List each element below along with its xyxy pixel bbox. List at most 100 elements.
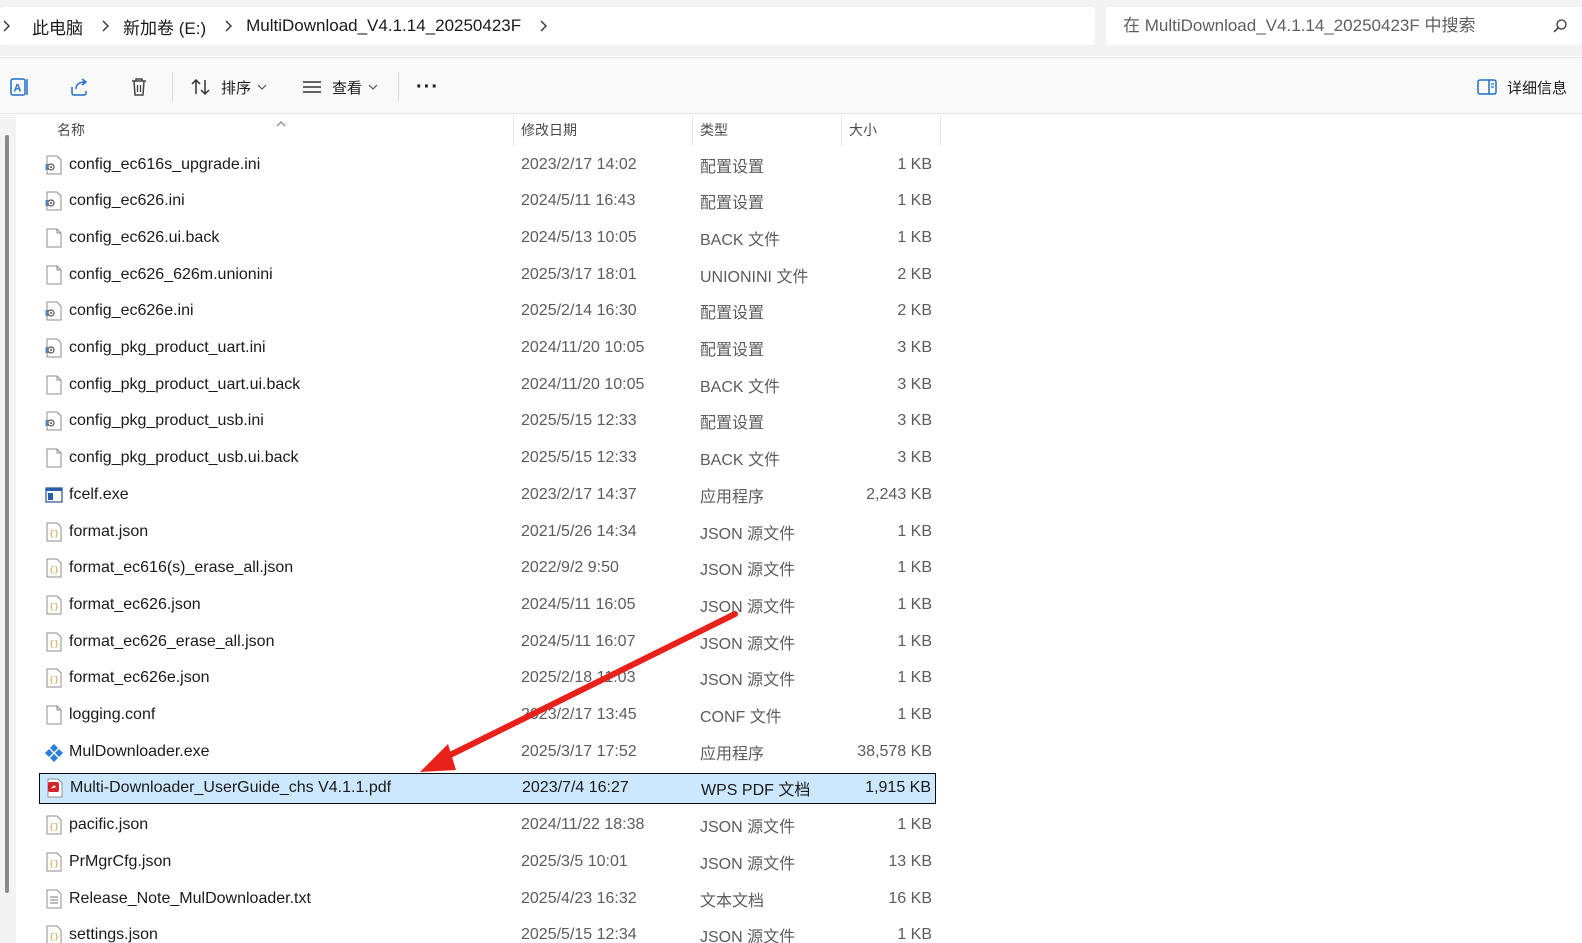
chevron-right-icon[interactable] [537, 19, 551, 33]
file-date: 2023/2/17 14:37 [521, 485, 637, 503]
text-file-icon [45, 889, 63, 909]
file-row[interactable]: {} settings.json 2025/5/15 12:34 JSON 源文件 1 … [39, 920, 936, 943]
file-size: 2,243 KB [866, 485, 932, 503]
breadcrumb[interactable]: 此电脑 新加卷 (E:) MultiDownload_V4.1.14_20250… [0, 7, 1095, 45]
file-row[interactable]: {} pacific.json 2024/11/22 18:38 JSON 源文件 1 … [39, 810, 936, 841]
file-row[interactable]: config_pkg_product_uart.ini 2024/11/20 10… [39, 333, 936, 364]
column-header-date[interactable]: 修改日期 [514, 115, 692, 146]
file-type: JSON 源文件 [700, 819, 796, 837]
file-type: BACK 文件 [700, 231, 781, 249]
search-box[interactable] [1106, 7, 1582, 45]
file-size: 1 KB [897, 559, 932, 577]
svg-text:{}: {} [49, 676, 59, 685]
pdf-file-icon [46, 778, 64, 798]
file-size: 38,578 KB [857, 742, 932, 760]
file-name: config_ec626.ini [69, 192, 185, 210]
navigation-pane-scrollbar[interactable] [0, 115, 16, 943]
file-name: config_pkg_product_usb.ini [69, 412, 264, 430]
breadcrumb-drive-e[interactable]: 新加卷 (E:) [123, 14, 206, 39]
ini-settings-icon [45, 301, 63, 321]
file-name-cell: config_pkg_product_usb.ui.back [45, 443, 299, 474]
share-button[interactable] [67, 72, 91, 102]
file-date: 2025/4/23 16:32 [521, 889, 637, 907]
file-row[interactable]: logging.conf 2023/2/17 13:45 CONF 文件 1 KB [39, 700, 936, 731]
ini-settings-icon [45, 155, 63, 175]
chevron-down-icon [257, 83, 267, 91]
file-type: 配置设置 [700, 195, 765, 213]
file-name: Multi-Downloader_UserGuide_chs V4.1.1.pd… [70, 779, 392, 797]
file-name: MulDownloader.exe [69, 742, 210, 760]
file-type: JSON 源文件 [700, 635, 796, 653]
file-name-cell: {} format.json [45, 516, 148, 547]
ini-settings-icon [45, 191, 63, 211]
file-name: settings.json [69, 926, 158, 943]
file-type: 配置设置 [700, 158, 765, 176]
view-button[interactable]: 查看 [301, 72, 378, 102]
file-row[interactable]: {} format.json 2021/5/26 14:34 JSON 源文件 1 KB [39, 516, 936, 547]
file-row[interactable]: fcelf.exe 2023/2/17 14:37 应用程序 2,243 KB [39, 479, 936, 510]
file-name: config_ec626e.ini [69, 302, 194, 320]
file-row[interactable]: {} format_ec616(s)_erase_all.json 2022/9/2… [39, 553, 936, 584]
svg-text:{}: {} [49, 603, 59, 612]
chevron-right-icon[interactable] [0, 19, 14, 33]
file-row[interactable]: Release_Note_MulDownloader.txt 2025/4/23 … [39, 883, 936, 914]
file-date: 2025/5/15 12:33 [521, 449, 637, 467]
file-row[interactable]: {} format_ec626_erase_all.json 2024/5/11 1… [39, 626, 936, 657]
file-size: 1 KB [897, 669, 932, 687]
file-date: 2025/3/17 17:52 [521, 742, 637, 760]
chevron-right-icon[interactable] [99, 19, 113, 33]
file-name-cell: config_pkg_product_usb.ini [45, 406, 264, 437]
file-type: 应用程序 [700, 488, 765, 506]
file-type: JSON 源文件 [700, 525, 796, 543]
more-options-button[interactable]: ··· [416, 72, 439, 102]
file-row[interactable]: Multi-Downloader_UserGuide_chs V4.1.1.pd… [39, 772, 936, 804]
address-bar-row: 此电脑 新加卷 (E:) MultiDownload_V4.1.14_20250… [0, 0, 1582, 56]
search-icon[interactable] [1552, 18, 1568, 34]
file-date: 2023/2/17 14:02 [521, 155, 637, 173]
file-name-cell: config_ec626e.ini [45, 296, 194, 327]
file-name-cell: logging.conf [45, 700, 155, 731]
file-size: 3 KB [897, 339, 932, 356]
file-row[interactable]: config_ec626_626m.unionini 2025/3/17 18:0… [39, 259, 936, 290]
file-date: 2024/11/20 10:05 [521, 375, 645, 393]
file-row[interactable]: config_ec626.ini 2024/5/11 16:43 配置设置 1 KB [39, 186, 936, 217]
file-row[interactable]: config_pkg_product_usb.ini 2025/5/15 12:3… [39, 406, 936, 437]
file-row[interactable]: {} format_ec626.json 2024/5/11 16:05 JSON 源… [39, 589, 936, 620]
file-name: format_ec626.json [69, 595, 201, 613]
file-name: format_ec626e.json [69, 669, 210, 687]
file-list: 名称 修改日期 类型 大小 config_ec616s_upgrade.ini 2… [16, 115, 1582, 943]
chevron-down-icon [368, 83, 378, 91]
file-type: 配置设置 [700, 305, 765, 323]
file-row[interactable]: config_ec616s_upgrade.ini 2023/2/17 14:02… [39, 149, 936, 180]
scrollbar-thumb[interactable] [5, 135, 9, 893]
json-file-icon: {} [45, 815, 63, 835]
column-separator[interactable] [940, 115, 941, 146]
file-row[interactable]: config_ec626.ui.back 2024/5/13 10:05 BACK … [39, 222, 936, 253]
file-row[interactable]: config_pkg_product_uart.ui.back 2024/11/2… [39, 369, 936, 400]
file-row[interactable]: {} format_ec626e.json 2025/2/18 11:03 JSON … [39, 663, 936, 694]
sort-button[interactable]: 排序 [190, 72, 267, 102]
file-row[interactable]: MulDownloader.exe 2025/3/17 17:52 应用程序 38,5… [39, 736, 936, 767]
file-row[interactable]: config_pkg_product_usb.ui.back 2025/5/15 … [39, 443, 936, 474]
file-date: 2025/2/14 16:30 [521, 302, 637, 320]
column-header-size[interactable]: 大小 [842, 115, 940, 146]
file-row[interactable]: config_ec626e.ini 2025/2/14 16:30 配置设置 2 KB [39, 296, 936, 327]
search-input[interactable] [1106, 16, 1526, 36]
breadcrumb-this-pc[interactable]: 此电脑 [32, 14, 83, 39]
column-header-type[interactable]: 类型 [693, 115, 841, 146]
blank-file-icon [45, 448, 63, 468]
file-size: 3 KB [897, 449, 932, 467]
file-name-cell: {} format_ec616(s)_erase_all.json [45, 553, 293, 584]
app-diamond-icon [45, 742, 63, 762]
delete-button[interactable] [127, 72, 151, 102]
svg-text:{}: {} [49, 530, 59, 539]
chevron-right-icon[interactable] [222, 19, 236, 33]
file-name-cell: config_pkg_product_uart.ini [45, 333, 266, 364]
file-row[interactable]: {} PrMgrCfg.json 2025/3/5 10:01 JSON 源文件 13 … [39, 846, 936, 877]
file-date: 2024/5/11 16:07 [521, 632, 636, 650]
file-date: 2025/3/17 18:01 [521, 265, 637, 283]
details-pane-button[interactable]: 详细信息 [1476, 72, 1567, 102]
file-name-cell: MulDownloader.exe [45, 736, 210, 767]
rename-button[interactable]: A [8, 72, 32, 102]
breadcrumb-folder[interactable]: MultiDownload_V4.1.14_20250423F [246, 16, 521, 36]
